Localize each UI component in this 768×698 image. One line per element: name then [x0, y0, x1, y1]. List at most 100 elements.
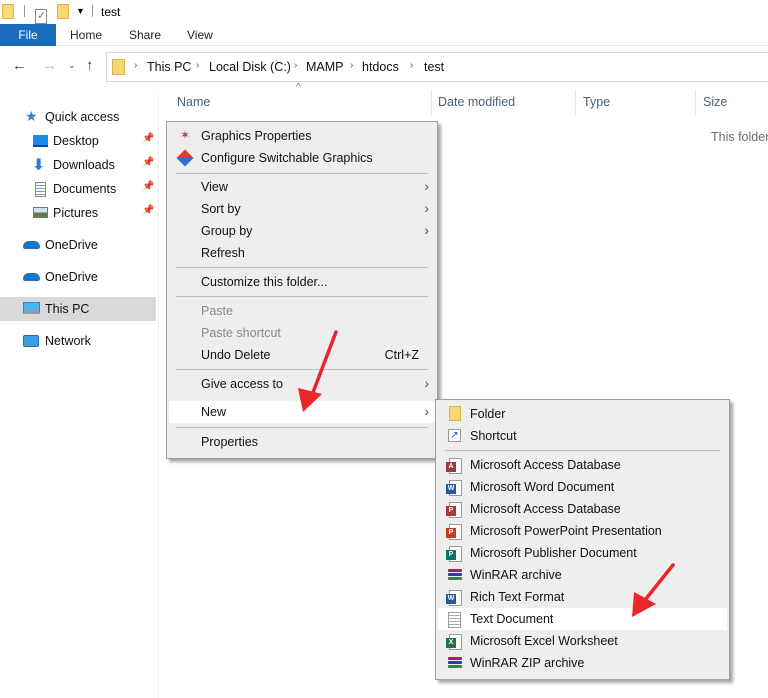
cloud-icon: [23, 241, 40, 249]
menu-item-label: Properties: [201, 435, 258, 449]
sidebar-item-quick-access[interactable]: ★ Quick access: [0, 105, 156, 129]
menu-item-label: Rich Text Format: [470, 590, 565, 604]
pin-icon[interactable]: 📌: [142, 133, 154, 144]
new-item-rich-text-format[interactable]: W Rich Text Format: [438, 586, 727, 608]
menu-item-refresh[interactable]: Refresh: [169, 242, 435, 264]
menu-item-label: Give access to: [201, 377, 283, 391]
menu-item-label: Microsoft Access Database: [470, 502, 621, 516]
tab-share[interactable]: Share: [129, 24, 161, 46]
menu-item-label: Paste shortcut: [201, 326, 281, 340]
pin-icon[interactable]: 📌: [142, 157, 154, 168]
menu-item-group-by[interactable]: Group by ›: [169, 220, 435, 242]
star-icon: ★: [25, 108, 38, 124]
new-item-word-document[interactable]: W Microsoft Word Document: [438, 476, 727, 498]
chevron-right-icon: ›: [424, 200, 429, 216]
new-item-shortcut[interactable]: ↗ Shortcut: [438, 425, 727, 447]
menu-item-label: Shortcut: [470, 429, 517, 443]
new-item-winrar-zip-archive[interactable]: WinRAR ZIP archive: [438, 652, 727, 674]
menu-separator: [176, 427, 428, 428]
new-item-access-database-2[interactable]: P Microsoft Access Database: [438, 498, 727, 520]
sort-ascending-icon: ^: [296, 82, 301, 93]
customize-dropdown-icon[interactable]: ▼: [76, 6, 85, 16]
sidebar-item-pictures[interactable]: Pictures 📌: [0, 201, 156, 225]
arrow-up-icon[interactable]: ↑: [86, 57, 94, 74]
keyboard-shortcut: Ctrl+Z: [384, 348, 419, 362]
menu-item-sort-by[interactable]: Sort by ›: [169, 198, 435, 220]
menu-item-properties[interactable]: Properties: [169, 431, 435, 453]
menu-item-new[interactable]: New ›: [169, 401, 435, 423]
sidebar-item-documents[interactable]: Documents 📌: [0, 177, 156, 201]
tab-view[interactable]: View: [187, 24, 213, 46]
menu-separator: [176, 369, 428, 370]
breadcrumb-local-disk[interactable]: Local Disk (C:): [209, 60, 291, 74]
menu-item-undo-delete[interactable]: Undo Delete Ctrl+Z: [169, 344, 435, 366]
folder-icon: [2, 4, 14, 19]
menu-item-configure-switchable-graphics[interactable]: Configure Switchable Graphics: [169, 147, 435, 169]
column-divider[interactable]: [695, 90, 696, 116]
column-divider[interactable]: [575, 90, 576, 116]
breadcrumb-mamp[interactable]: MAMP: [306, 60, 344, 74]
new-item-access-database[interactable]: A Microsoft Access Database: [438, 454, 727, 476]
menu-item-label: Refresh: [201, 246, 245, 260]
breadcrumb-separator-icon: ›: [196, 60, 200, 71]
pin-icon[interactable]: 📌: [142, 205, 154, 216]
properties-icon[interactable]: [35, 8, 47, 24]
computer-icon: [23, 302, 40, 314]
column-header-date-modified[interactable]: Date modified: [438, 95, 515, 109]
breadcrumb-separator-icon: ›: [294, 60, 298, 71]
word-icon: W: [446, 590, 462, 606]
breadcrumb-separator-icon: ›: [350, 60, 354, 71]
breadcrumb-test[interactable]: test: [424, 60, 444, 74]
sidebar-item-this-pc[interactable]: This PC: [0, 297, 156, 321]
breadcrumb-separator-icon: ›: [134, 60, 138, 71]
menu-item-graphics-properties[interactable]: ✶ Graphics Properties: [169, 125, 435, 147]
column-header-size[interactable]: Size: [703, 95, 727, 109]
arrow-right-icon[interactable]: →: [42, 57, 57, 74]
new-item-text-document[interactable]: Text Document: [438, 608, 727, 630]
sidebar-item-downloads[interactable]: ⬇ Downloads 📌: [0, 153, 156, 177]
toolbar-divider: [24, 5, 25, 17]
folder-icon: [112, 59, 125, 75]
menu-item-customize-folder[interactable]: Customize this folder...: [169, 271, 435, 293]
menu-separator: [445, 450, 720, 451]
sidebar-item-onedrive[interactable]: OneDrive: [0, 265, 156, 289]
sidebar-item-label: Pictures: [53, 206, 99, 220]
menu-item-label: Group by: [201, 224, 253, 238]
shortcut-icon: ↗: [448, 429, 461, 442]
new-item-powerpoint[interactable]: P Microsoft PowerPoint Presentation: [438, 520, 727, 542]
tab-home[interactable]: Home: [70, 24, 102, 46]
menu-separator: [176, 267, 428, 268]
menu-item-label: Microsoft Word Document: [470, 480, 615, 494]
arrow-left-icon[interactable]: ←: [12, 57, 27, 74]
sidebar-item-desktop[interactable]: Desktop 📌: [0, 129, 156, 153]
address-bar[interactable]: › This PC › Local Disk (C:) › MAMP › htd…: [106, 52, 768, 82]
menu-item-view[interactable]: View ›: [169, 176, 435, 198]
menu-item-label: Folder: [470, 407, 506, 421]
breadcrumb-this-pc[interactable]: This PC: [147, 60, 191, 74]
tab-file[interactable]: File: [0, 24, 56, 46]
menu-item-paste-shortcut: Paste shortcut: [169, 322, 435, 344]
column-header-name[interactable]: Name: [177, 95, 210, 109]
download-icon: ⬇: [32, 157, 46, 174]
new-item-folder[interactable]: Folder: [438, 403, 727, 425]
column-header-type[interactable]: Type: [583, 95, 610, 109]
network-icon: [23, 335, 39, 347]
sidebar-item-network[interactable]: Network: [0, 329, 156, 353]
column-divider[interactable]: [431, 90, 432, 116]
chevron-down-icon[interactable]: ⌄: [68, 60, 76, 71]
pin-icon[interactable]: 📌: [142, 181, 154, 192]
new-item-winrar-archive[interactable]: WinRAR archive: [438, 564, 727, 586]
sidebar-item-label: OneDrive: [45, 238, 98, 252]
menu-item-give-access-to[interactable]: Give access to ›: [169, 373, 435, 395]
pane-divider[interactable]: [158, 95, 159, 698]
text-document-icon: [446, 612, 462, 628]
new-item-excel-worksheet[interactable]: X Microsoft Excel Worksheet: [438, 630, 727, 652]
desktop-icon: [33, 135, 48, 147]
menu-item-label: Paste: [201, 304, 233, 318]
breadcrumb-htdocs[interactable]: htdocs: [362, 60, 399, 74]
new-item-publisher[interactable]: P Microsoft Publisher Document: [438, 542, 727, 564]
sidebar-item-label: This PC: [45, 302, 90, 316]
menu-item-label: New: [201, 405, 227, 419]
new-folder-icon[interactable]: [57, 4, 69, 19]
sidebar-item-onedrive[interactable]: OneDrive: [0, 233, 156, 257]
